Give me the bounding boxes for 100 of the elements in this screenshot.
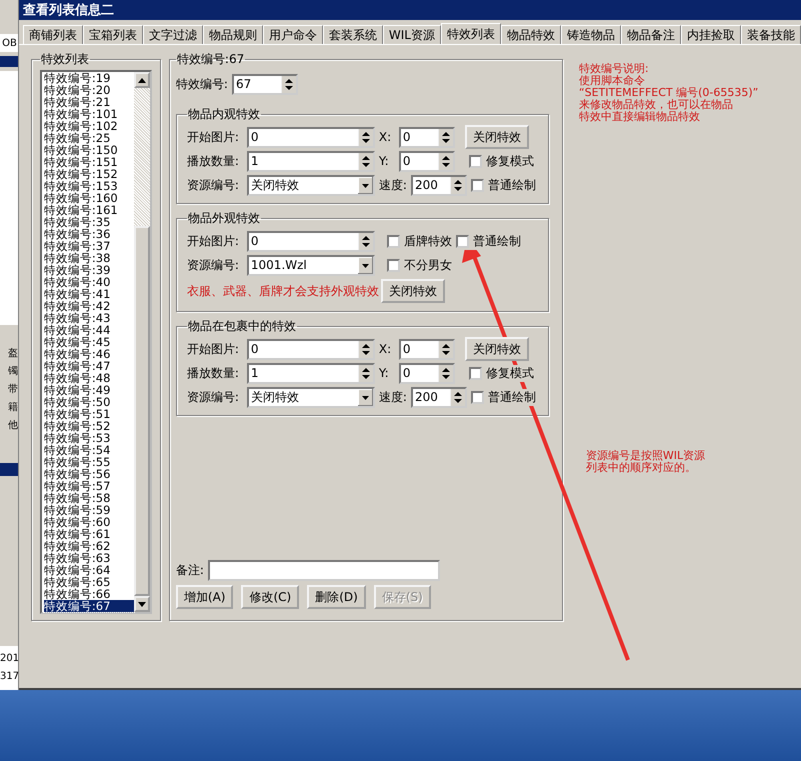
tab[interactable]: 物品规则 xyxy=(202,25,263,44)
list-item[interactable]: 特效编号:52 xyxy=(44,420,134,432)
list-item[interactable]: 特效编号:20 xyxy=(44,84,134,96)
list-item[interactable]: 特效编号:160 xyxy=(44,192,134,204)
list-item[interactable]: 特效编号:60 xyxy=(44,516,134,528)
checkbox[interactable]: 不分男女 xyxy=(386,256,452,274)
spin-arrows-icon[interactable] xyxy=(358,128,373,146)
list-item[interactable]: 特效编号:37 xyxy=(44,240,134,252)
tab[interactable]: 套装系统 xyxy=(322,25,383,44)
close-effect-button[interactable]: 关闭特效 xyxy=(380,279,445,303)
tab[interactable]: 装备技能 xyxy=(741,25,801,44)
spin-arrows-icon[interactable] xyxy=(438,364,453,382)
spin-arrows-icon[interactable] xyxy=(438,340,453,358)
checkbox[interactable]: 普通绘制 xyxy=(470,176,536,194)
list-item[interactable]: 特效编号:62 xyxy=(44,540,134,552)
list-item[interactable]: 特效编号:36 xyxy=(44,228,134,240)
close-effect-button[interactable]: 关闭特效 xyxy=(464,337,529,361)
tab[interactable]: 特效列表 xyxy=(441,23,501,44)
remark-field[interactable] xyxy=(208,560,440,580)
list-item[interactable]: 特效编号:152 xyxy=(44,168,134,180)
close-effect-button[interactable]: 关闭特效 xyxy=(464,125,529,149)
spin-field[interactable]: 0 xyxy=(398,362,455,384)
list-item[interactable]: 特效编号:41 xyxy=(44,288,134,300)
spin-arrows-icon[interactable] xyxy=(358,340,373,358)
list-item[interactable]: 特效编号:42 xyxy=(44,300,134,312)
list-item[interactable]: 特效编号:50 xyxy=(44,396,134,408)
list-item[interactable]: 特效编号:40 xyxy=(44,276,134,288)
list-item[interactable]: 特效编号:102 xyxy=(44,120,134,132)
caret-icon[interactable] xyxy=(358,176,373,194)
checkbox[interactable]: 修复模式 xyxy=(468,152,534,170)
dropdown-field[interactable]: 关闭特效 xyxy=(246,174,375,196)
list-item[interactable]: 带 xyxy=(0,381,18,400)
tab[interactable]: 商铺列表 xyxy=(22,25,83,44)
list-item[interactable]: 特效编号:161 xyxy=(44,204,134,216)
list-item[interactable]: 特效编号:101 xyxy=(44,108,134,120)
list-item[interactable]: 特效编号:25 xyxy=(44,132,134,144)
list-item[interactable]: 他 xyxy=(0,417,18,436)
checkbox[interactable]: 盾牌特效 xyxy=(386,232,452,250)
spin-field[interactable]: 1 xyxy=(246,150,375,172)
spin-field[interactable]: 200 xyxy=(410,386,467,408)
checkbox[interactable]: 普通绘制 xyxy=(456,232,521,250)
list-item[interactable]: 特效编号:56 xyxy=(44,468,134,480)
list-item[interactable]: 特效编号:58 xyxy=(44,492,134,504)
dropdown-field[interactable]: 1001.Wzl xyxy=(246,254,375,276)
list-item[interactable]: 特效编号:61 xyxy=(44,528,134,540)
list-item[interactable]: 特效编号:67 xyxy=(44,600,134,612)
action-button[interactable]: 修改(C) xyxy=(241,585,300,609)
spin-field[interactable]: 200 xyxy=(410,174,467,196)
spin-arrows-icon[interactable] xyxy=(438,152,453,170)
list-item[interactable]: 特效编号:66 xyxy=(44,588,134,600)
list-item[interactable]: 特效编号:63 xyxy=(44,552,134,564)
spin-arrows-icon[interactable] xyxy=(280,76,296,92)
tab[interactable]: 内挂捡取 xyxy=(681,25,741,44)
tab[interactable]: 宝箱列表 xyxy=(82,25,143,44)
list-item[interactable]: 特效编号:19 xyxy=(44,72,134,84)
spin-arrows-icon[interactable] xyxy=(450,388,465,406)
spin-field[interactable]: 0 xyxy=(246,230,375,252)
list-item[interactable]: 特效编号:46 xyxy=(44,348,134,360)
list-item[interactable]: 特效编号:45 xyxy=(44,336,134,348)
dropdown-field[interactable]: 关闭特效 xyxy=(246,386,375,408)
scroll-thumb[interactable] xyxy=(134,226,150,596)
list-item[interactable]: 特效编号:55 xyxy=(44,456,134,468)
list-item[interactable]: 特效编号:64 xyxy=(44,564,134,576)
list-item[interactable]: 特效编号:151 xyxy=(44,156,134,168)
tab[interactable]: 物品备注 xyxy=(621,25,681,44)
spin-field[interactable]: 0 xyxy=(398,126,455,148)
spin-field[interactable]: 0 xyxy=(398,338,455,360)
spin-field[interactable]: 0 xyxy=(398,150,455,172)
action-button[interactable]: 增加(A) xyxy=(176,585,234,609)
spin-field[interactable]: 0 xyxy=(246,338,375,360)
caret-icon[interactable] xyxy=(358,388,373,406)
spin-arrows-icon[interactable] xyxy=(358,364,373,382)
spin-field[interactable]: 67 xyxy=(232,74,298,94)
list-item[interactable]: 特效编号:48 xyxy=(44,372,134,384)
list-item[interactable]: 特效编号:65 xyxy=(44,576,134,588)
tab[interactable]: 铸造物品 xyxy=(561,25,621,44)
list-item[interactable]: 特效编号:53 xyxy=(44,432,134,444)
list-item[interactable]: 特效编号:47 xyxy=(44,360,134,372)
checkbox[interactable]: 普通绘制 xyxy=(470,388,536,406)
list-item[interactable]: 特效编号:51 xyxy=(44,408,134,420)
list-item[interactable]: 特效编号:44 xyxy=(44,324,134,336)
list-item[interactable]: 特效编号:59 xyxy=(44,504,134,516)
checkbox[interactable]: 修复模式 xyxy=(468,364,534,382)
up-arrow-icon[interactable] xyxy=(138,78,146,82)
scrollbar[interactable] xyxy=(134,72,150,612)
down-arrow-icon[interactable] xyxy=(138,602,146,606)
spin-field[interactable]: 1 xyxy=(246,362,375,384)
tab[interactable]: 物品特效 xyxy=(501,25,561,44)
spin-arrows-icon[interactable] xyxy=(358,232,373,250)
tab[interactable]: 文字过滤 xyxy=(142,25,203,44)
list-item[interactable]: 特效编号:49 xyxy=(44,384,134,396)
spin-arrows-icon[interactable] xyxy=(358,152,373,170)
list-item[interactable]: 特效编号:153 xyxy=(44,180,134,192)
caret-icon[interactable] xyxy=(358,256,373,274)
text-field[interactable]: OB xyxy=(0,34,18,52)
list-item[interactable]: 特效编号:39 xyxy=(44,264,134,276)
spin-arrows-icon[interactable] xyxy=(450,176,465,194)
spin-arrows-icon[interactable] xyxy=(438,128,453,146)
list-item[interactable]: 特效编号:57 xyxy=(44,480,134,492)
list-item[interactable]: 特效编号:54 xyxy=(44,444,134,456)
